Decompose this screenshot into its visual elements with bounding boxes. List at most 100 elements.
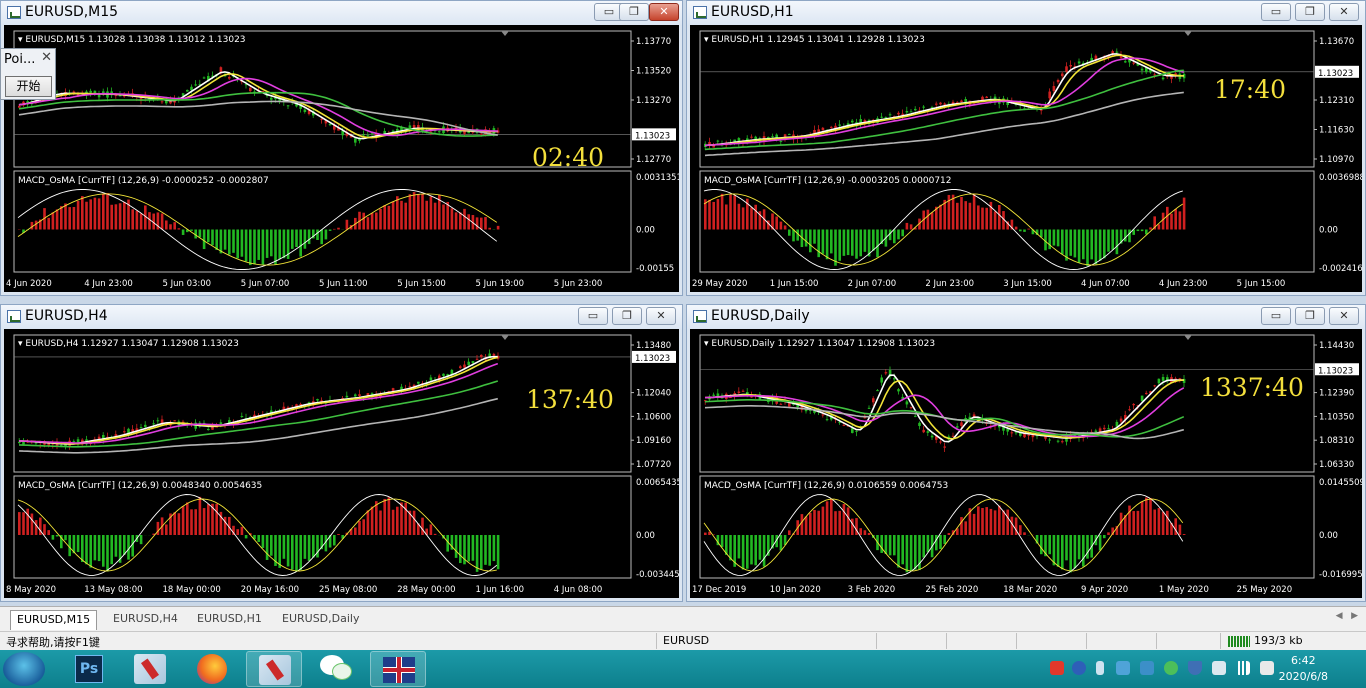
candle-body [492,353,496,356]
macd-histogram-bar [834,229,837,266]
moving-average-line [18,355,498,445]
title-bar[interactable]: EURUSD,H4 ▭ ❐ ✕ [1,305,682,329]
candle-body [884,372,888,374]
chart-area[interactable]: ▾ EURUSD,H1 1.12945 1.13041 1.12928 1.13… [690,25,1362,292]
candle-body [1140,68,1144,71]
chart-area[interactable]: ▾ EURUSD,H4 1.12927 1.13047 1.12908 1.13… [4,329,679,598]
minimize-button[interactable]: ▭ [1261,307,1291,325]
restore-button[interactable]: ❐ [619,3,649,21]
macd-histogram-bar [943,535,946,545]
macd-histogram-bar [106,535,109,572]
close-button[interactable]: ✕ [1329,307,1359,325]
dialog-close-button[interactable]: ✕ [41,50,52,65]
macd-histogram-bar [97,198,101,230]
help-tray-icon[interactable] [1072,661,1086,675]
macd-histogram-bar [964,201,967,230]
time-tick-label: 25 May 08:00 [319,585,377,595]
macd-histogram-bar [43,524,46,535]
candle-body [905,111,909,113]
chart-svg[interactable]: ▾ EURUSD,H1 1.12945 1.13041 1.12928 1.13… [690,25,1362,292]
macd-histogram-bar [1019,229,1022,232]
macd-tick-label: -0.00155 [636,264,674,274]
chart-window-h4[interactable]: EURUSD,H4 ▭ ❐ ✕ ▾ EURUSD,H4 1.12927 1.13… [0,304,683,602]
macd-histogram-bar [926,209,930,230]
macd-histogram-bar [1182,197,1186,230]
macd-histogram-bar [64,535,67,541]
wechat-taskbar-button[interactable] [308,651,364,687]
chart-svg[interactable]: ▾ EURUSD,Daily 1.12927 1.13047 1.12908 1… [690,329,1362,598]
macd-histogram-bar [1082,535,1085,567]
candle-body [118,95,122,97]
macd-histogram-bar [55,209,59,230]
macd-histogram-bar [1044,229,1047,251]
chart-window-daily[interactable]: EURUSD,Daily ▭ ❐ ✕ ▾ EURUSD,Daily 1.1292… [686,304,1366,602]
macd-histogram-bar [901,535,904,565]
photoshop-taskbar-button[interactable]: Ps [62,651,118,687]
tab-eurusd-h4[interactable]: EURUSD,H4 [107,610,184,630]
macd-histogram-bar [370,506,374,535]
tab-eurusd-m15[interactable]: EURUSD,M15 [10,610,98,630]
price-tick-label: 1.06330 [1319,460,1354,470]
title-bar[interactable]: EURUSD,Daily ▭ ❐ ✕ [687,305,1365,329]
flag-app-taskbar-button[interactable] [370,651,426,687]
chart-window-m15[interactable]: EURUSD,M15 ▭ ❐ ✕ ▾ EURUSD,M15 1.13028 1.… [0,0,683,296]
macd-histogram-bar [964,521,967,535]
restore-button[interactable]: ❐ [1295,307,1325,325]
candle-body [918,422,921,426]
restore-button[interactable]: ❐ [612,307,642,325]
flag-tray-icon[interactable] [1212,661,1226,675]
minimize-button[interactable]: ▭ [1261,3,1291,21]
start-button[interactable]: 开始 [5,76,52,97]
shift-marker-icon [1184,335,1192,340]
update-tray-icon[interactable] [1140,661,1154,675]
macd-histogram-bar [1174,209,1177,230]
current-price-label: 1.13023 [635,131,670,141]
signal-tray-icon[interactable] [1236,661,1250,675]
chart-area[interactable]: ▾ EURUSD,M15 1.13028 1.13038 1.13012 1.1… [4,25,679,292]
tab-eurusd-h1[interactable]: EURUSD,H1 [191,610,268,630]
wechat-tray-icon[interactable] [1164,661,1178,675]
macd-histogram-bar [977,506,980,535]
macd-histogram-bar [1136,510,1140,535]
chart-area[interactable]: ▾ EURUSD,Daily 1.12927 1.13047 1.12908 1… [690,329,1362,598]
tab-scroll-arrows-icon[interactable]: ◀ ▶ [1336,611,1358,621]
time-tick-label: 5 Jun 23:00 [554,279,603,289]
volume-tray-icon[interactable] [1260,661,1274,675]
macd-label: MACD_OsMA [CurrTF] (12,26,9) -0.0003205 … [704,176,952,186]
macd-label: MACD_OsMA [CurrTF] (12,26,9) 0.0048340 0… [18,481,262,491]
chart-window-h1[interactable]: EURUSD,H1 ▭ ❐ ✕ ▾ EURUSD,H1 1.12945 1.13… [686,0,1366,296]
macd-histogram-bar [712,201,715,230]
network-tray-icon[interactable] [1116,661,1130,675]
restore-button[interactable]: ❐ [1295,3,1325,21]
candle-body [1140,395,1144,401]
macd-histogram-bar [1161,511,1165,535]
candle-body [303,109,307,113]
start-orb-icon[interactable] [3,652,45,686]
macd-histogram-bar [299,535,302,570]
close-button[interactable]: ✕ [649,3,679,21]
sogou-ime-icon[interactable] [1050,661,1064,675]
title-bar[interactable]: EURUSD,M15 ▭ ❐ ✕ [1,1,682,25]
macd-histogram-bar [55,535,59,537]
macd-histogram-bar [935,535,938,551]
metatrader-2-taskbar-button[interactable] [246,651,302,687]
candle-body [156,420,160,422]
title-bar[interactable]: EURUSD,H1 ▭ ❐ ✕ [687,1,1365,25]
macd-histogram-bar [1073,535,1077,569]
chart-svg[interactable]: ▾ EURUSD,H4 1.12927 1.13047 1.12908 1.13… [4,329,679,598]
metatrader-taskbar-button[interactable] [122,651,178,687]
script-dialog[interactable]: Poi... ✕ 开始 [0,48,56,100]
firefox-taskbar-button[interactable] [184,651,240,687]
system-clock[interactable]: 6:42 2020/6/8 [1279,653,1328,685]
macd-histogram-bar [379,510,382,535]
macd-histogram-bar [1149,497,1152,535]
tab-eurusd-daily[interactable]: EURUSD,Daily [276,610,365,630]
close-button[interactable]: ✕ [1329,3,1359,21]
security-tray-icon[interactable] [1188,661,1202,675]
close-button[interactable]: ✕ [646,307,676,325]
minimize-button[interactable]: ▭ [578,307,608,325]
macd-histogram-bar [1157,224,1161,230]
uk-flag-icon [383,657,415,683]
usb-tray-icon[interactable] [1096,661,1104,675]
candle-body [97,436,101,439]
